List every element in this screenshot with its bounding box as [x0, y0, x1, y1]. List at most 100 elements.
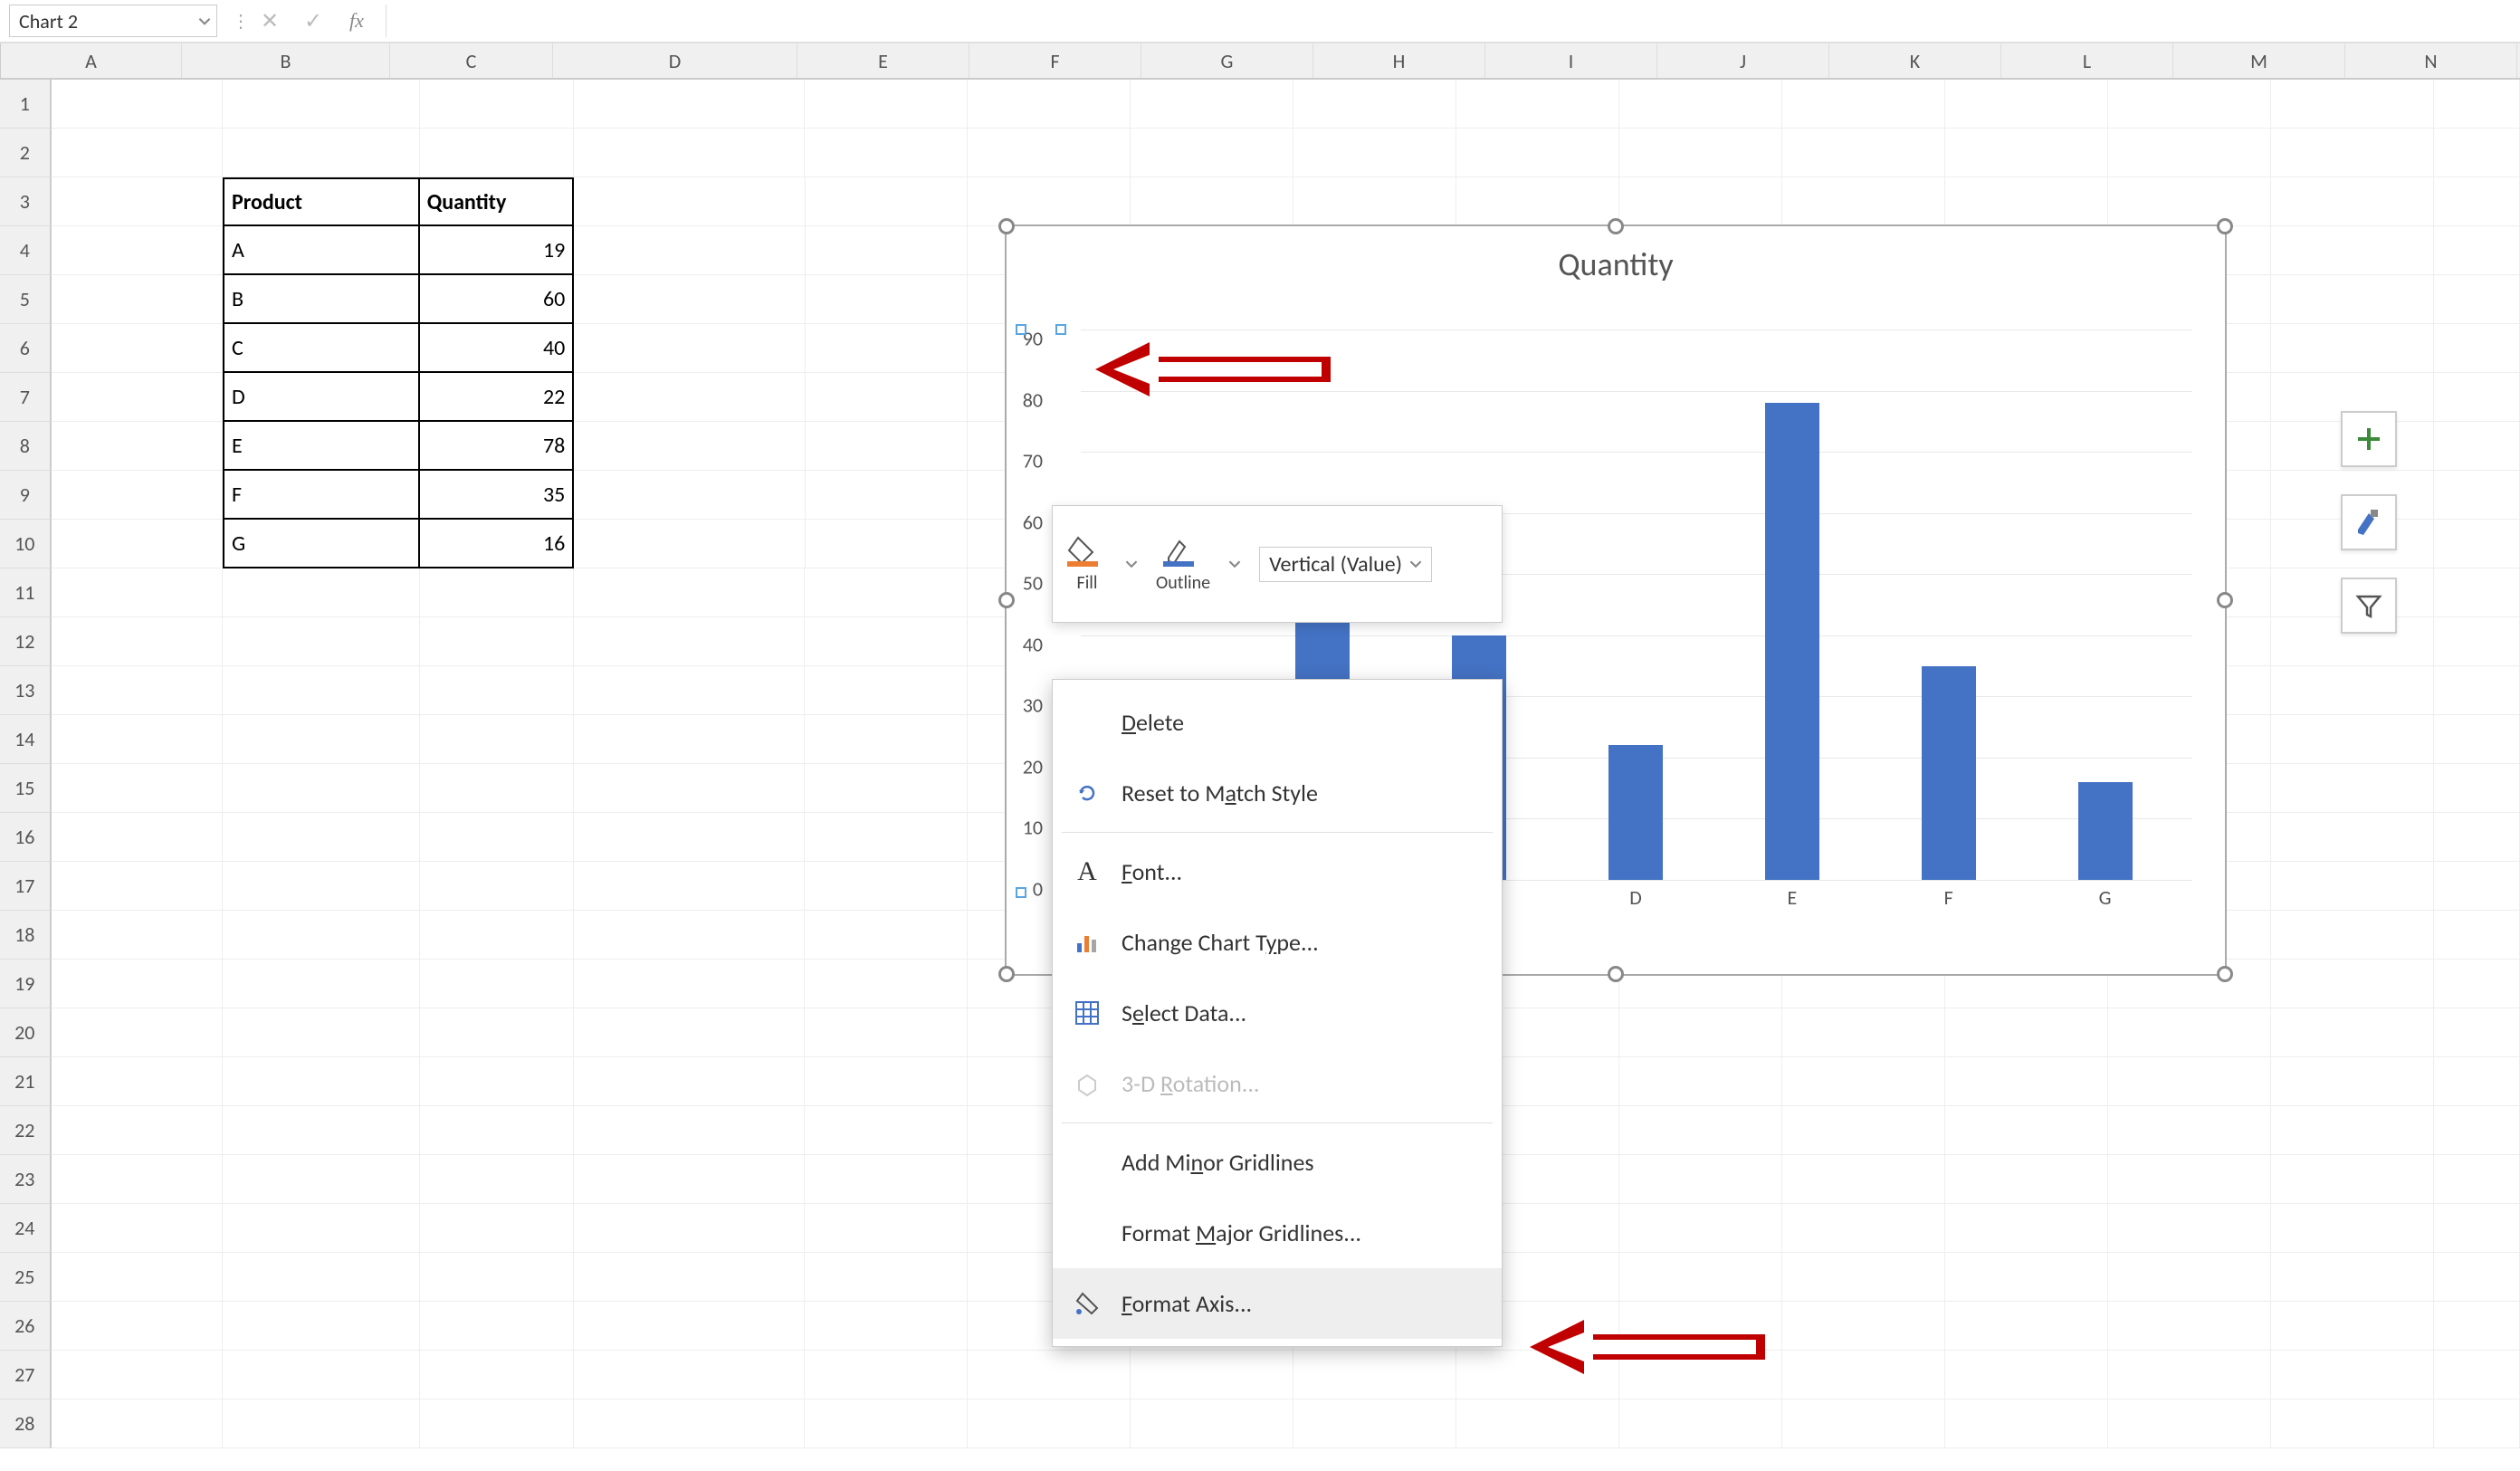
cell[interactable]	[2434, 1155, 2520, 1204]
formula-input[interactable]	[386, 5, 2511, 37]
cell[interactable]	[805, 715, 968, 764]
cell[interactable]	[420, 1351, 575, 1399]
cell[interactable]	[806, 177, 969, 226]
cell[interactable]	[574, 275, 805, 324]
cell[interactable]	[574, 1106, 805, 1155]
chevron-down-icon[interactable]	[198, 9, 211, 33]
cell[interactable]	[1131, 177, 1293, 226]
cell[interactable]	[223, 862, 420, 911]
column-header[interactable]: I	[1485, 43, 1657, 78]
chevron-down-icon[interactable]	[1228, 558, 1241, 570]
cell[interactable]	[1782, 129, 1945, 177]
cell[interactable]	[1619, 129, 1782, 177]
cell[interactable]	[2271, 764, 2434, 813]
cell[interactable]	[1619, 80, 1782, 129]
cell[interactable]	[1619, 1057, 1782, 1106]
cell[interactable]	[52, 1399, 223, 1448]
cell[interactable]	[2108, 1008, 2271, 1057]
cell[interactable]	[574, 324, 805, 373]
cell[interactable]	[574, 1057, 805, 1106]
cell[interactable]	[1456, 177, 1619, 226]
cell[interactable]	[806, 471, 969, 520]
row-header[interactable]: 6	[0, 324, 52, 373]
cell[interactable]	[1945, 129, 2108, 177]
cell[interactable]	[52, 1253, 223, 1302]
cell[interactable]	[2108, 1351, 2271, 1399]
cell[interactable]	[420, 617, 575, 666]
row-header[interactable]: 13	[0, 666, 52, 715]
cell[interactable]	[574, 1351, 805, 1399]
cell[interactable]	[968, 80, 1131, 129]
chevron-down-icon[interactable]	[1125, 558, 1138, 570]
cell[interactable]	[2434, 911, 2520, 960]
cell[interactable]	[805, 1008, 968, 1057]
resize-handle[interactable]	[2217, 218, 2233, 234]
cell[interactable]	[1782, 1008, 1945, 1057]
cell[interactable]	[1456, 129, 1619, 177]
cell[interactable]	[2108, 1057, 2271, 1106]
cell[interactable]	[1782, 1155, 1945, 1204]
cell[interactable]	[52, 568, 223, 617]
cell[interactable]: 19	[420, 226, 575, 275]
row-header[interactable]: 24	[0, 1204, 52, 1253]
cell[interactable]	[805, 1253, 968, 1302]
cell[interactable]	[2434, 1204, 2520, 1253]
cell[interactable]	[2271, 1106, 2434, 1155]
cell[interactable]	[2434, 666, 2520, 715]
cell[interactable]	[52, 666, 223, 715]
fill-button[interactable]: Fill	[1067, 534, 1107, 594]
resize-handle[interactable]	[2217, 592, 2233, 608]
cell[interactable]	[2434, 275, 2520, 324]
cell[interactable]	[1619, 1106, 1782, 1155]
cell[interactable]	[223, 1008, 420, 1057]
cell[interactable]	[223, 80, 420, 129]
cell[interactable]	[2108, 1155, 2271, 1204]
row-header[interactable]: 17	[0, 862, 52, 911]
cell[interactable]	[1782, 177, 1945, 226]
cell[interactable]	[574, 1008, 805, 1057]
cell[interactable]	[1131, 80, 1293, 129]
cell[interactable]	[2271, 1351, 2434, 1399]
select-all-corner[interactable]	[0, 43, 1, 78]
cell[interactable]: F	[223, 471, 420, 520]
cell[interactable]	[805, 1155, 968, 1204]
cell[interactable]	[223, 568, 420, 617]
cell[interactable]	[420, 1399, 575, 1448]
column-header[interactable]: E	[797, 43, 969, 78]
row-header[interactable]: 28	[0, 1399, 52, 1448]
cell[interactable]: 40	[420, 324, 575, 373]
cell[interactable]: C	[223, 324, 420, 373]
cell[interactable]	[52, 129, 223, 177]
cell[interactable]: G	[223, 520, 420, 568]
cell[interactable]	[1293, 129, 1456, 177]
row-header[interactable]: 26	[0, 1302, 52, 1351]
cell[interactable]	[805, 1351, 968, 1399]
cell[interactable]	[223, 1399, 420, 1448]
fx-icon[interactable]: fx	[342, 6, 371, 35]
cell[interactable]: 78	[420, 422, 575, 471]
cell[interactable]	[574, 568, 805, 617]
cell[interactable]	[1293, 1351, 1456, 1399]
row-header[interactable]: 10	[0, 520, 52, 568]
cell[interactable]	[574, 1253, 805, 1302]
cell[interactable]	[2271, 1253, 2434, 1302]
cell[interactable]	[1782, 1057, 1945, 1106]
cell[interactable]	[968, 1351, 1131, 1399]
cell[interactable]	[52, 226, 223, 275]
cell[interactable]	[2434, 715, 2520, 764]
cell[interactable]	[420, 1008, 575, 1057]
column-header[interactable]: N	[2345, 43, 2517, 78]
cell[interactable]	[420, 129, 575, 177]
chart-element-selector[interactable]: Vertical (Value)	[1259, 547, 1432, 582]
menu-add-minor-gridlines[interactable]: Add Minor Gridlines	[1053, 1127, 1502, 1198]
cell[interactable]	[1782, 1351, 1945, 1399]
cell[interactable]	[420, 1106, 575, 1155]
row-header[interactable]: 20	[0, 1008, 52, 1057]
worksheet-grid[interactable]: ABCDEFGHIJKLMNO 123ProductQuantity4A195B…	[0, 43, 2520, 1448]
cell[interactable]: B	[223, 275, 420, 324]
cell[interactable]	[52, 471, 223, 520]
row-header[interactable]: 22	[0, 1106, 52, 1155]
cell[interactable]	[968, 177, 1131, 226]
cell[interactable]	[968, 1399, 1131, 1448]
cell[interactable]	[1945, 1106, 2108, 1155]
